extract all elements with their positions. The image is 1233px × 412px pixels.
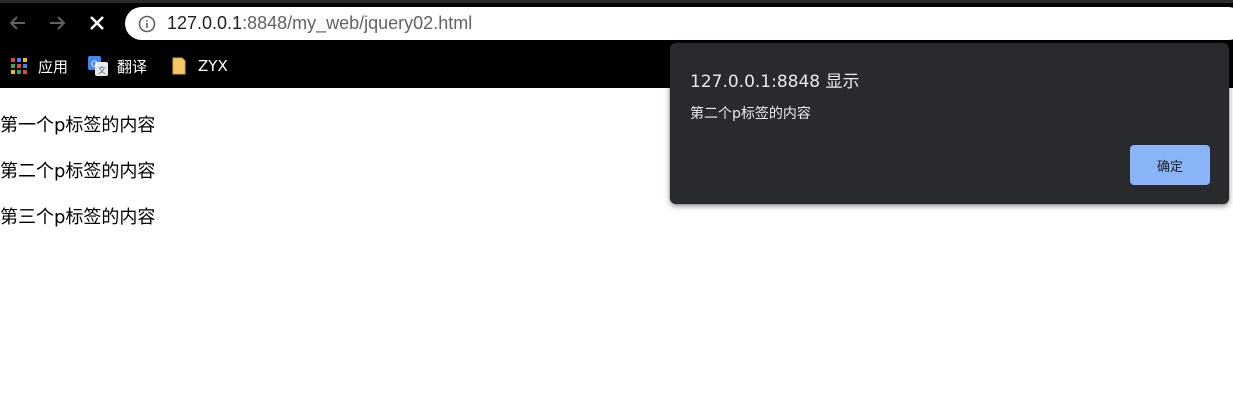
bookmark-label: 应用 <box>38 57 69 76</box>
url-path: :8848/my_web/jquery02.html <box>242 13 473 33</box>
google-translate-icon: G 文 <box>88 56 108 76</box>
url-host: 127.0.0.1 <box>167 13 243 33</box>
bookmark-label: ZYX <box>198 57 228 75</box>
forward-arrow-icon[interactable] <box>46 12 68 34</box>
back-arrow-icon[interactable] <box>7 12 29 34</box>
svg-text:G: G <box>91 59 98 69</box>
browser-toolbar: 127.0.0.1:8848/my_web/jquery02.html <box>0 0 1233 46</box>
bookmark-label: 翻译 <box>117 57 148 76</box>
folder-icon <box>169 56 189 76</box>
stop-loading-icon[interactable] <box>86 12 108 34</box>
svg-text:文: 文 <box>98 65 106 75</box>
ok-button[interactable]: 确定 <box>1130 145 1210 185</box>
paragraph-3: 第三个p标签的内容 <box>0 207 156 228</box>
url-text[interactable]: 127.0.0.1:8848/my_web/jquery02.html <box>167 13 472 34</box>
bookmark-folder-zyx[interactable]: ZYX <box>169 46 228 86</box>
alert-message: 第二个p标签的内容 <box>690 106 811 122</box>
address-bar[interactable]: 127.0.0.1:8848/my_web/jquery02.html <box>125 7 1233 40</box>
paragraph-1: 第一个p标签的内容 <box>0 115 156 136</box>
bookmark-translate[interactable]: G 文 翻译 <box>88 46 147 86</box>
paragraph-2: 第二个p标签的内容 <box>0 161 156 182</box>
apps-grid-icon <box>9 56 29 76</box>
alert-title: 127.0.0.1:8848 显示 <box>690 72 860 92</box>
alert-dialog: 127.0.0.1:8848 显示 第二个p标签的内容 确定 <box>670 43 1229 204</box>
site-info-icon[interactable] <box>137 14 157 34</box>
bookmark-apps[interactable]: 应用 <box>9 46 68 86</box>
